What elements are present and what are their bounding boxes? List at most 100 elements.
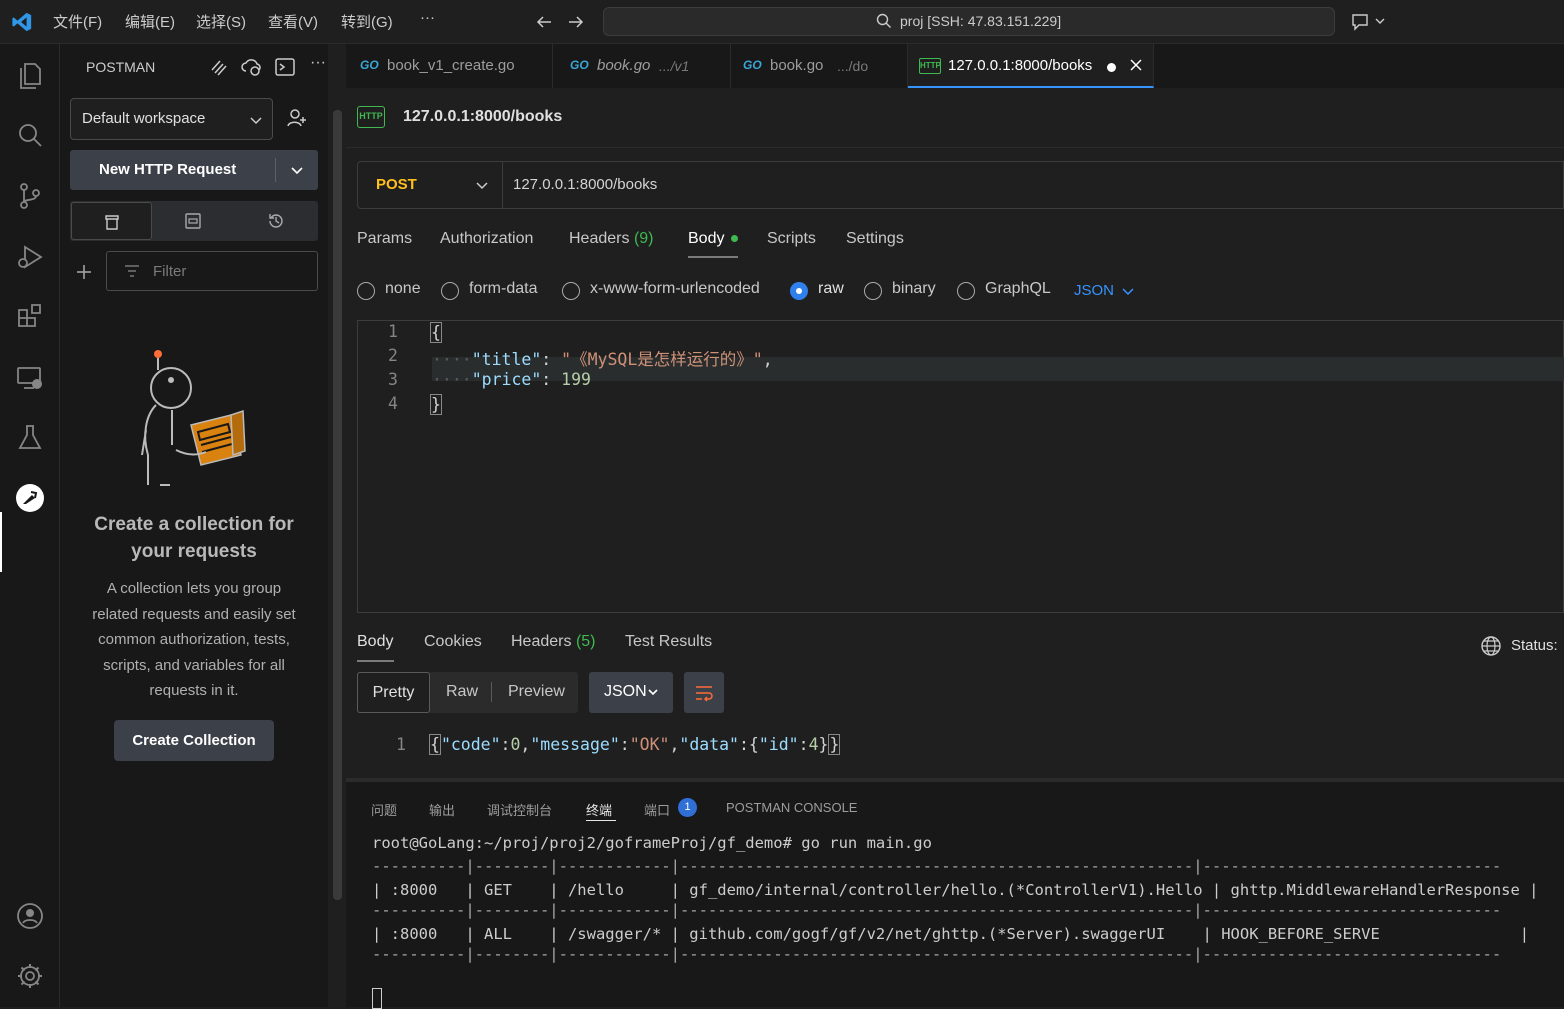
extensions-icon[interactable] xyxy=(14,300,46,332)
code-line-close-brace: } xyxy=(430,394,442,415)
menu-selection[interactable]: 选择(S) xyxy=(196,11,246,32)
go-file-icon: GO xyxy=(743,58,762,72)
add-icon[interactable] xyxy=(75,263,93,281)
empty-collection-illustration xyxy=(136,350,256,490)
request-body-editor[interactable]: 1 2 3 4 { ····"title": "《MySQL是怎样运行的》", … xyxy=(357,320,1564,613)
create-collection-button[interactable]: Create Collection xyxy=(114,720,274,761)
headers-count: (9) xyxy=(633,230,654,247)
response-format-value: JSON xyxy=(604,683,647,700)
tab-params[interactable]: Params xyxy=(357,230,412,248)
response-tab-cookies[interactable]: Cookies xyxy=(424,633,482,651)
source-control-icon[interactable] xyxy=(14,180,46,212)
terminal-line-route: | :8000 | ALL | /swagger/* | github.com/… xyxy=(372,925,1530,943)
remote-explorer-icon[interactable] xyxy=(14,362,46,394)
chevron-down-icon xyxy=(475,178,489,192)
tab-book-v1-create-go[interactable]: GO book_v1_create.go xyxy=(346,44,553,88)
json-number-value: 0 xyxy=(510,735,521,754)
panel-tab-terminal[interactable]: 终端 xyxy=(586,800,612,819)
new-http-request-button[interactable]: New HTTP Request xyxy=(70,150,318,190)
go-file-icon: GO xyxy=(570,58,589,72)
title-bar: 文件(F) 编辑(E) 选择(S) 查看(V) 转到(G) ··· proj [… xyxy=(0,0,1564,44)
back-arrow-icon[interactable] xyxy=(535,13,553,31)
sidebar-scrollbar[interactable] xyxy=(328,44,346,1007)
response-format-select[interactable]: JSON xyxy=(589,672,673,713)
method-select[interactable]: POST xyxy=(358,162,503,208)
accounts-icon[interactable] xyxy=(14,900,46,932)
command-center[interactable]: proj [SSH: 47.83.151.229] xyxy=(603,7,1335,36)
menu-more[interactable]: ··· xyxy=(420,9,435,26)
radio-circle xyxy=(562,282,580,300)
tab-label: book.go xyxy=(597,57,651,74)
command-center-label: proj [SSH: 47.83.151.229] xyxy=(900,13,1062,29)
response-body-code: {"code":0,"message":"OK","data":{"id":4}… xyxy=(429,734,841,755)
panel-tab-debug-console[interactable]: 调试控制台 xyxy=(487,800,552,819)
menu-edit[interactable]: 编辑(E) xyxy=(125,11,175,32)
filter-placeholder: Filter xyxy=(153,263,187,280)
menu-file[interactable]: 文件(F) xyxy=(53,11,102,32)
settings-gear-icon[interactable] xyxy=(14,960,46,992)
divider xyxy=(346,147,1564,148)
cloud-sync-icon[interactable] xyxy=(241,56,263,78)
workspace-select[interactable]: Default workspace xyxy=(70,98,273,140)
response-tab-body[interactable]: Body xyxy=(357,633,393,651)
request-title[interactable]: 127.0.0.1:8000/books xyxy=(403,108,562,126)
tab-authorization[interactable]: Authorization xyxy=(440,230,533,248)
scrollbar-thumb[interactable] xyxy=(333,110,342,900)
radio-circle xyxy=(864,282,882,300)
view-preview[interactable]: Preview xyxy=(508,683,565,701)
response-status-label: Status: xyxy=(1511,637,1558,654)
tab-label: 127.0.0.1:8000/books xyxy=(948,57,1093,74)
filter-icon xyxy=(123,263,141,279)
environments-icon[interactable] xyxy=(183,211,203,231)
tab-settings[interactable]: Settings xyxy=(846,230,904,248)
more-actions-icon[interactable]: ··· xyxy=(310,54,326,72)
menu-view[interactable]: 查看(V) xyxy=(268,11,318,32)
view-raw[interactable]: Raw xyxy=(446,683,478,701)
url-input[interactable]: 127.0.0.1:8000/books xyxy=(513,176,657,193)
tab-http-request[interactable]: HTTP 127.0.0.1:8000/books xyxy=(908,44,1154,88)
method-value: POST xyxy=(376,176,417,193)
panel-tab-output[interactable]: 输出 xyxy=(429,800,455,819)
radio-circle xyxy=(357,282,375,300)
raw-format-value: JSON xyxy=(1074,282,1115,299)
workspace-select-value: Default workspace xyxy=(82,110,206,127)
copilot-chat-icon[interactable] xyxy=(1350,12,1386,32)
history-icon[interactable] xyxy=(266,211,286,231)
response-tab-test-results[interactable]: Test Results xyxy=(625,633,712,651)
view-pretty[interactable]: Pretty xyxy=(357,672,430,713)
word-wrap-button[interactable] xyxy=(684,672,724,713)
tab-scripts[interactable]: Scripts xyxy=(767,230,816,248)
api-icon[interactable] xyxy=(208,56,230,78)
tab-book-go-do[interactable]: GO book.go .../do xyxy=(731,44,908,88)
tab-label: book_v1_create.go xyxy=(387,57,515,74)
panel-tab-postman-console[interactable]: POSTMAN CONSOLE xyxy=(726,800,857,815)
bottom-panel: 问题 输出 调试控制台 终端 端口 1 POSTMAN CONSOLE root… xyxy=(346,778,1564,1009)
json-number-value: 199 xyxy=(561,370,591,389)
empty-state-desc-line: A collection lets you group xyxy=(106,580,282,597)
body-status-dot xyxy=(730,235,738,243)
testing-icon[interactable] xyxy=(14,421,46,453)
chevron-down-icon[interactable] xyxy=(290,163,304,177)
menu-go[interactable]: 转到(G) xyxy=(341,11,393,32)
tab-headers[interactable]: Headers (9) xyxy=(569,230,654,248)
search-view-icon[interactable] xyxy=(14,119,46,151)
explorer-icon[interactable] xyxy=(14,58,46,90)
panel-tab-underline xyxy=(586,820,616,821)
filter-input[interactable]: Filter xyxy=(106,251,318,291)
tab-book-go-v1[interactable]: GO book.go .../v1 xyxy=(553,44,731,88)
close-icon[interactable] xyxy=(1128,57,1144,73)
forward-arrow-icon[interactable] xyxy=(567,13,585,31)
chevron-down-icon xyxy=(249,113,263,127)
postman-icon[interactable] xyxy=(14,482,46,514)
response-tab-headers[interactable]: Headers (5) xyxy=(511,633,596,651)
tab-body[interactable]: Body xyxy=(688,230,738,248)
terminal-line-separator: ----------|--------|------------|-------… xyxy=(372,945,1502,963)
tab-collections[interactable] xyxy=(71,202,152,240)
panel-tab-problems[interactable]: 问题 xyxy=(371,800,397,819)
tab-body-label: Body xyxy=(688,230,725,247)
invite-user-icon[interactable] xyxy=(286,107,308,129)
run-debug-icon[interactable] xyxy=(14,241,46,273)
tab-underline xyxy=(688,256,738,258)
panel-tab-ports[interactable]: 端口 xyxy=(644,800,670,819)
terminal-console-icon[interactable] xyxy=(274,56,296,78)
